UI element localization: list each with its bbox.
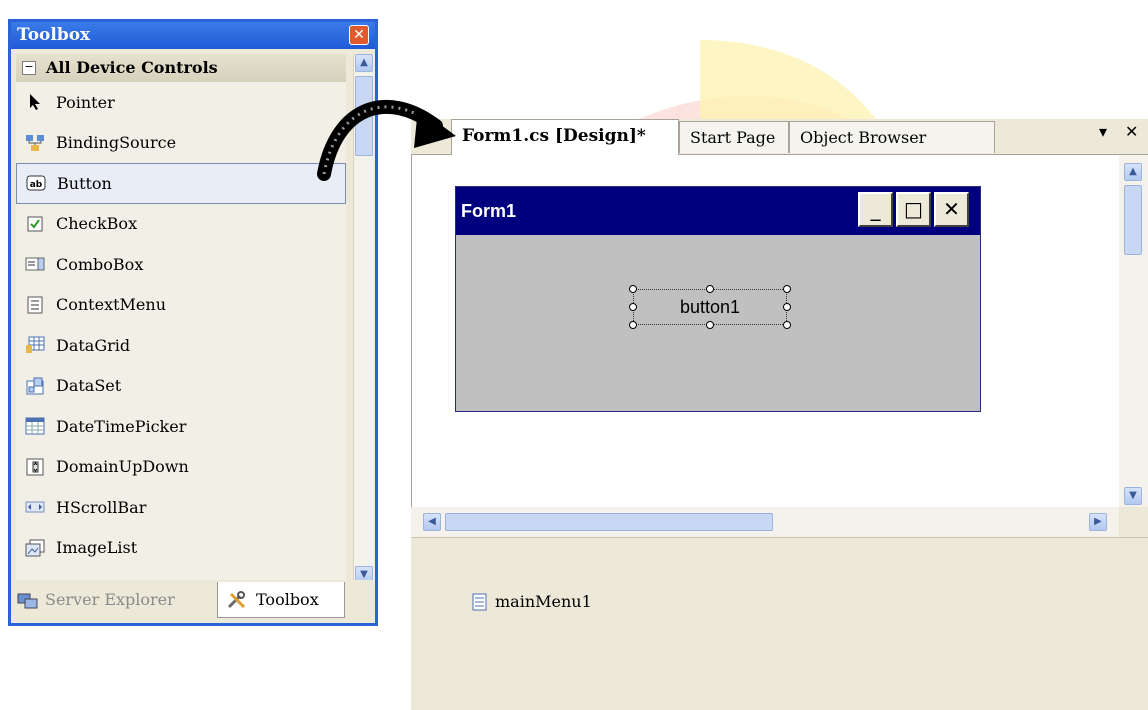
dataset-icon bbox=[25, 376, 45, 396]
button1-label: button1 bbox=[679, 297, 741, 317]
toolbox-item-label: BindingSource bbox=[56, 133, 177, 153]
toolbox-item-label: DataSet bbox=[56, 376, 122, 396]
toolbox-item-hscrollbar[interactable]: HScrollBar bbox=[16, 487, 346, 528]
resize-handle[interactable] bbox=[706, 321, 714, 329]
binding-source-icon bbox=[25, 133, 45, 153]
form1-window[interactable]: Form1 _ □ ✕ button1 bbox=[455, 186, 981, 412]
design-surface[interactable]: Form1 _ □ ✕ button1 bbox=[411, 155, 1120, 513]
maximize-icon[interactable]: □ bbox=[896, 192, 931, 227]
resize-handle[interactable] bbox=[629, 285, 637, 293]
collapse-icon[interactable]: − bbox=[22, 61, 36, 75]
toolbox-item-label: DateTimePicker bbox=[56, 416, 187, 436]
resize-handle[interactable] bbox=[629, 321, 637, 329]
server-explorer-icon bbox=[17, 593, 38, 609]
scroll-thumb[interactable] bbox=[1124, 185, 1142, 255]
resize-handle[interactable] bbox=[706, 285, 714, 293]
scroll-thumb[interactable] bbox=[445, 513, 773, 531]
toolbox-item-checkbox[interactable]: CheckBox bbox=[16, 204, 346, 245]
close-icon[interactable]: ✕ bbox=[934, 192, 969, 227]
toolbox-titlebar: Toolbox ✕ bbox=[11, 22, 375, 49]
scroll-corner bbox=[1119, 507, 1148, 537]
toolbox-item-label: Pointer bbox=[56, 92, 115, 112]
scroll-left-icon[interactable]: ◀ bbox=[423, 513, 441, 531]
toolbox-item-dataset[interactable]: DataSet bbox=[16, 366, 346, 407]
checkbox-icon bbox=[25, 214, 45, 234]
tab-server-explorer[interactable]: Server Explorer bbox=[17, 582, 175, 618]
resize-handle[interactable] bbox=[783, 303, 791, 311]
close-icon[interactable]: ✕ bbox=[349, 25, 369, 45]
toolbox-item-label: DataGrid bbox=[56, 335, 131, 355]
tab-label: Form1.cs [Design]* bbox=[462, 126, 646, 146]
imagelist-icon bbox=[25, 538, 45, 558]
toolbox-item-label: HScrollBar bbox=[56, 497, 147, 517]
toolbox-item-imagelist[interactable]: ImageList bbox=[16, 528, 346, 569]
tray-item-mainmenu1[interactable]: mainMenu1 bbox=[471, 592, 592, 611]
close-icon[interactable]: ✕ bbox=[1125, 122, 1138, 141]
resize-handle[interactable] bbox=[783, 321, 791, 329]
tab-form1-design[interactable]: Form1.cs [Design]* bbox=[451, 119, 679, 155]
datagrid-icon bbox=[25, 335, 45, 355]
svg-text:ab: ab bbox=[30, 180, 43, 190]
toolbox-item-combobox[interactable]: ComboBox bbox=[16, 244, 346, 285]
button-icon: ab bbox=[26, 173, 46, 193]
scroll-down-icon[interactable]: ▼ bbox=[1124, 487, 1142, 505]
hscrollbar-icon bbox=[25, 497, 45, 517]
designer-horizontal-scrollbar[interactable]: ◀ ▶ bbox=[411, 507, 1119, 537]
scroll-up-icon[interactable]: ▲ bbox=[1124, 163, 1142, 181]
toolbox-item-label: ContextMenu bbox=[56, 295, 166, 315]
toolbox-item-label: CheckBox bbox=[56, 214, 138, 234]
main-menu-icon bbox=[472, 593, 487, 610]
resize-handle[interactable] bbox=[629, 303, 637, 311]
toolbox-item-datagrid[interactable]: DataGrid bbox=[16, 325, 346, 366]
datetimepicker-icon bbox=[25, 416, 45, 436]
document-tabs: Form1.cs [Design]* Start Page Object Bro… bbox=[411, 119, 1148, 155]
dropdown-arrow-icon[interactable]: ▾ bbox=[1099, 122, 1107, 141]
toolbox-item-label: ImageList bbox=[56, 538, 138, 558]
resize-handle[interactable] bbox=[783, 285, 791, 293]
tab-label: Object Browser bbox=[800, 128, 927, 147]
minimize-icon[interactable]: _ bbox=[858, 192, 893, 227]
toolbox-bottom-tabs: Server Explorer Toolbox bbox=[11, 580, 375, 623]
component-tray: mainMenu1 bbox=[411, 537, 1148, 710]
toolbox-item-label: Button bbox=[57, 173, 112, 193]
button1-control[interactable]: button1 bbox=[633, 289, 787, 325]
context-menu-icon bbox=[25, 295, 45, 315]
toolbox-tools-icon bbox=[227, 590, 246, 608]
tab-label: Toolbox bbox=[256, 589, 319, 609]
group-label: All Device Controls bbox=[46, 58, 218, 77]
drag-arrow-icon bbox=[317, 99, 456, 181]
pointer-icon bbox=[25, 92, 45, 112]
scroll-up-icon[interactable]: ▲ bbox=[355, 54, 373, 72]
form-title: Form1 bbox=[461, 201, 517, 221]
designer-vertical-scrollbar[interactable]: ▲ ▼ bbox=[1119, 155, 1148, 507]
tab-toolbox[interactable]: Toolbox bbox=[217, 582, 345, 618]
toolbox-item-contextmenu[interactable]: ContextMenu bbox=[16, 285, 346, 326]
tray-item-label: mainMenu1 bbox=[495, 592, 592, 611]
scroll-right-icon[interactable]: ▶ bbox=[1089, 513, 1107, 531]
tab-label: Server Explorer bbox=[45, 590, 175, 609]
form1-titlebar[interactable]: Form1 _ □ ✕ bbox=[456, 187, 980, 235]
tab-start-page[interactable]: Start Page bbox=[679, 121, 789, 153]
toolbox-item-label: ComboBox bbox=[56, 254, 144, 274]
toolbox-item-domainupdown[interactable]: DomainUpDown bbox=[16, 447, 346, 488]
toolbox-item-label: DomainUpDown bbox=[56, 457, 189, 477]
toolbox-title: Toolbox bbox=[17, 25, 91, 45]
tab-label: Start Page bbox=[690, 128, 776, 147]
toolbox-item-datetimepicker[interactable]: DateTimePicker bbox=[16, 406, 346, 447]
tab-object-browser[interactable]: Object Browser bbox=[789, 121, 995, 153]
domainupdown-icon bbox=[25, 457, 45, 477]
form-designer: Form1.cs [Design]* Start Page Object Bro… bbox=[411, 119, 1148, 710]
combobox-icon bbox=[25, 254, 45, 274]
